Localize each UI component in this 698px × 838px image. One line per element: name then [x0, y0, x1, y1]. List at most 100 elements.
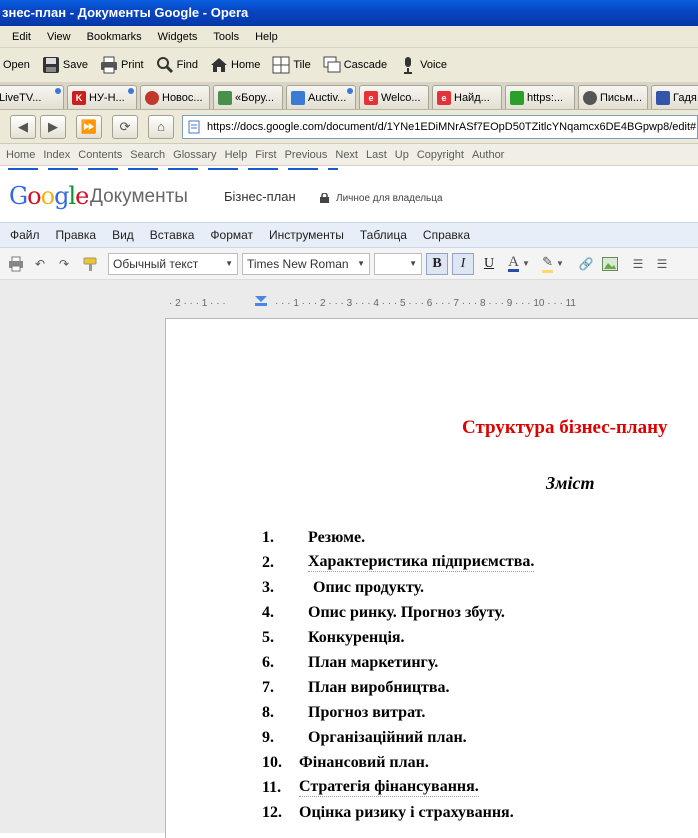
nav-up[interactable]: Up	[391, 149, 413, 161]
undo-icon[interactable]: ↶	[30, 254, 50, 274]
page-icon	[188, 120, 200, 133]
nav-contents[interactable]: Contents	[74, 149, 126, 161]
docs-menu-file[interactable]: Файл	[2, 228, 48, 242]
nav-glossary[interactable]: Glossary	[169, 149, 220, 161]
back-arrow-icon: ◀	[18, 118, 28, 134]
chevron-down-icon: ▼	[409, 259, 417, 268]
menu-edit[interactable]: Edit	[4, 31, 39, 43]
text-color-icon[interactable]: A ▼	[504, 254, 534, 274]
find-label: Find	[176, 59, 199, 71]
nav-copyright[interactable]: Copyright	[413, 149, 468, 161]
nav-previous[interactable]: Previous	[281, 149, 332, 161]
docs-menu-table[interactable]: Таблица	[352, 228, 415, 242]
mail-favicon-icon	[583, 90, 597, 105]
nav-help[interactable]: Help	[221, 149, 252, 161]
bulleted-list-icon[interactable]: ☰	[652, 254, 672, 274]
google-logo[interactable]: Google	[9, 182, 89, 210]
docs-menu-tools[interactable]: Инструменты	[261, 228, 352, 242]
indent-marker-icon[interactable]	[255, 296, 267, 306]
home-nav-button[interactable]: ⌂	[148, 114, 174, 139]
numbered-list-icon[interactable]: ☰	[628, 254, 648, 274]
menu-tools[interactable]: Tools	[205, 31, 247, 43]
document-title[interactable]: Бізнес-план	[224, 189, 296, 204]
docs-menu-format[interactable]: Формат	[202, 228, 261, 242]
link-icon[interactable]: 🔗	[576, 254, 596, 274]
nav-search[interactable]: Search	[126, 149, 169, 161]
cascade-label: Cascade	[343, 59, 388, 71]
nav-author[interactable]: Author	[468, 149, 508, 161]
fast-forward-icon: ⏩	[80, 118, 98, 134]
menu-bookmarks[interactable]: Bookmarks	[79, 31, 150, 43]
cascade-icon	[323, 56, 341, 73]
docs-menu-edit[interactable]: Правка	[48, 228, 105, 242]
docs-menubar: Файл Правка Вид Вставка Формат Инструмен…	[0, 222, 698, 248]
tile-icon	[272, 56, 290, 74]
cut-off-links	[8, 166, 338, 172]
tab-label: Письм...	[600, 91, 643, 104]
tab-ebay-welcome[interactable]: e Welco...	[359, 85, 429, 109]
tab-auctiva[interactable]: Auctiv...	[286, 85, 356, 109]
print-button[interactable]: Print	[94, 56, 150, 74]
url-field[interactable]: https://docs.google.com/document/d/1YNe1…	[182, 114, 698, 139]
menu-view[interactable]: View	[39, 31, 79, 43]
print-icon[interactable]	[6, 254, 26, 274]
grid-favicon-icon	[656, 90, 670, 105]
lock-icon	[320, 193, 329, 203]
nav-home[interactable]: Home	[2, 149, 39, 161]
docs-menu-insert[interactable]: Вставка	[142, 228, 203, 242]
underline-button[interactable]: U	[478, 253, 500, 275]
tab-mail[interactable]: Письм...	[578, 85, 648, 109]
menu-help[interactable]: Help	[247, 31, 286, 43]
tab-bar: LiveTV... K НУ-Н... Новос... «Бору... Au…	[0, 82, 698, 110]
tab-label: Гадя...	[673, 91, 698, 104]
tab-livetv[interactable]: LiveTV...	[0, 85, 64, 109]
tab-gadya[interactable]: Гадя...	[651, 85, 698, 109]
tab-news[interactable]: Новос...	[140, 85, 210, 109]
home-button[interactable]: Home	[204, 56, 266, 74]
nav-next[interactable]: Next	[331, 149, 362, 161]
document-page[interactable]: Структура бізнес-плану Зміст 1. Резюме. 2…	[165, 318, 698, 838]
font-select-value: Times New Roman	[247, 256, 349, 271]
save-button[interactable]: Save	[36, 56, 94, 74]
redo-icon[interactable]: ↷	[54, 254, 74, 274]
nav-first[interactable]: First	[251, 149, 280, 161]
open-label: Open	[3, 59, 30, 71]
list-item: 3. Опис продукту.	[262, 578, 424, 596]
nav-last[interactable]: Last	[362, 149, 391, 161]
style-select[interactable]: Обычный текст ▼	[108, 252, 238, 275]
ebay-favicon-icon: e	[437, 90, 451, 105]
forward-button[interactable]: ▶	[40, 114, 66, 139]
find-button[interactable]: Find	[150, 56, 204, 74]
reload-button[interactable]: ⟳	[112, 114, 138, 139]
docs-header: Google Документы Бізнес-план Личное для …	[0, 166, 698, 222]
browser-toolbar: Open Save Print Find Home Tile Cascade V…	[0, 48, 698, 82]
open-button[interactable]: Open	[0, 59, 36, 71]
bold-button[interactable]: B	[426, 252, 448, 275]
tab-borot[interactable]: «Бору...	[213, 85, 283, 109]
docs-menu-help[interactable]: Справка	[415, 228, 478, 242]
highlight-color-icon[interactable]: ✎ ▼	[538, 254, 568, 274]
font-select[interactable]: Times New Roman ▼	[242, 252, 370, 275]
nav-index[interactable]: Index	[39, 149, 74, 161]
image-icon[interactable]	[600, 254, 620, 274]
back-button[interactable]: ◀	[10, 114, 36, 139]
tab-ebay-find[interactable]: e Найд...	[432, 85, 502, 109]
fast-forward-button[interactable]: ⏩	[76, 114, 102, 139]
menu-widgets[interactable]: Widgets	[150, 31, 206, 43]
kp-favicon-icon: K	[72, 90, 86, 105]
save-label: Save	[62, 59, 88, 71]
ruler[interactable]: · 2 · · · 1 · · · · · · 1 · · · 2 · · · …	[165, 294, 698, 310]
tile-button[interactable]: Tile	[266, 56, 316, 74]
news-favicon-icon	[145, 90, 159, 105]
italic-button[interactable]: I	[452, 252, 474, 275]
tab-https[interactable]: https:...	[505, 85, 575, 109]
docs-menu-view[interactable]: Вид	[104, 228, 142, 242]
tab-nu[interactable]: K НУ-Н...	[67, 85, 137, 109]
access-status[interactable]: Личное для владельца	[336, 193, 443, 204]
font-size-select[interactable]: ▼	[374, 252, 422, 275]
paint-format-icon[interactable]	[78, 254, 104, 274]
doc-favicon-icon	[218, 90, 232, 105]
cascade-button[interactable]: Cascade	[317, 56, 393, 74]
voice-button[interactable]: Voice	[393, 56, 453, 74]
print-icon	[101, 56, 117, 74]
